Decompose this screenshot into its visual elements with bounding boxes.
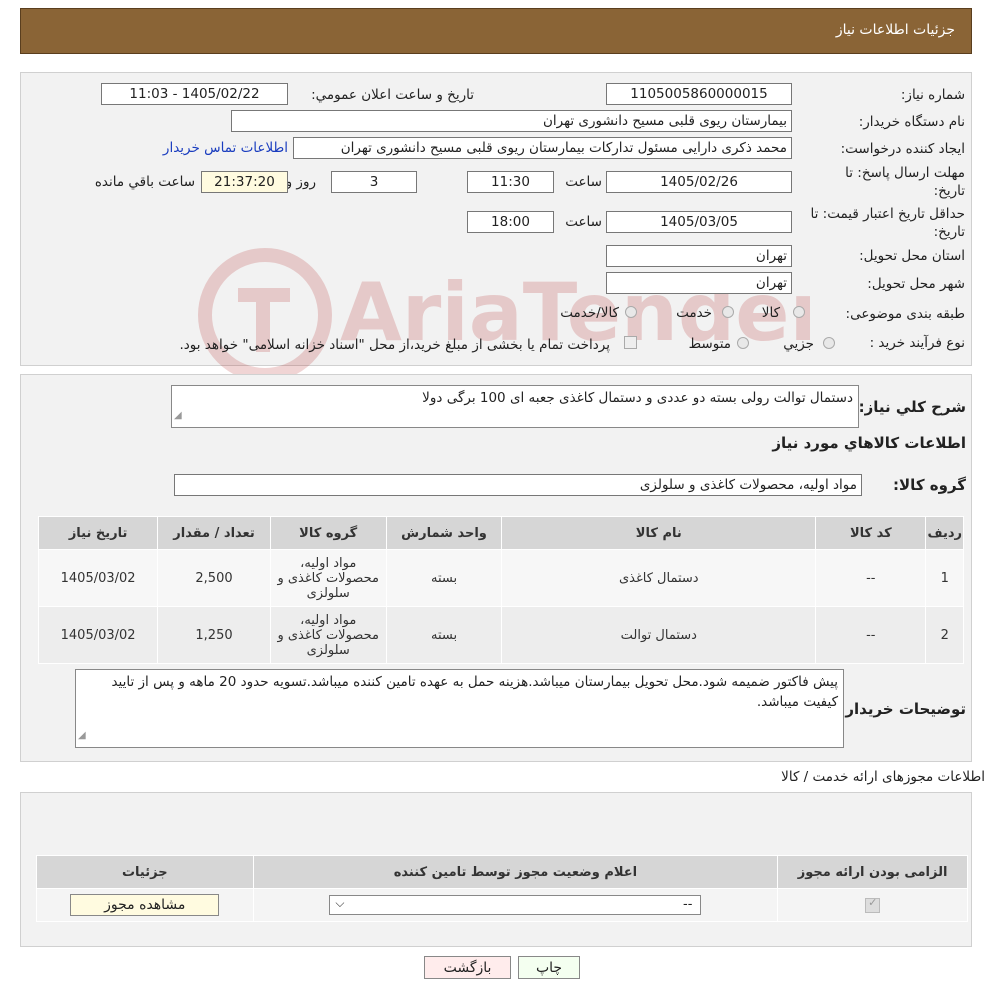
price-validity-time-label: ساعت xyxy=(565,214,602,230)
view-license-button[interactable]: مشاهده مجوز xyxy=(70,894,220,916)
price-validity-time: 18:00 xyxy=(467,211,554,233)
treasury-docs-note: پرداخت تمام یا بخشی از مبلغ خرید،از محل … xyxy=(179,337,610,353)
license-required-checkbox[interactable]: ✓ xyxy=(865,895,881,913)
goods-group-field: مواد اولیه، محصولات کاغذی و سلولزی xyxy=(174,474,862,496)
announce-datetime-label: تاریخ و ساعت اعلان عمومي: xyxy=(311,87,474,103)
cell-row: 2 xyxy=(925,606,964,664)
buyer-org-label: نام دستگاه خريدار: xyxy=(858,114,965,130)
cell-license-status: -- ⌵ xyxy=(252,888,779,922)
cell-name: دستمال توالت xyxy=(501,606,817,664)
buyer-contact-link[interactable]: اطلاعات تماس خریدار xyxy=(163,140,288,156)
cell-code: -- xyxy=(815,606,927,664)
cell-group: مواد اولیه، محصولات کاغذی و سلولزی xyxy=(269,606,387,664)
price-validity-label-2: تاریخ: xyxy=(933,224,965,240)
cell-row: 1 xyxy=(925,549,964,607)
remaining-time-label: ساعت باقي مانده xyxy=(94,174,195,190)
goods-group-label: گروه کالا: xyxy=(893,476,966,494)
page-title: جزئیات اطلاعات نیاز xyxy=(835,22,955,38)
resize-handle-icon: ◢ xyxy=(174,410,182,421)
col-license-status: اعلام وضعیت مجوز توسط تامین کننده xyxy=(252,855,779,889)
chevron-down-icon: ⌵ xyxy=(335,896,345,910)
license-status-select[interactable]: -- ⌵ xyxy=(329,895,702,915)
category-goods-radio[interactable] xyxy=(793,306,805,318)
cell-license-details: مشاهده مجوز xyxy=(36,888,254,922)
days-label: روز و xyxy=(285,174,316,190)
buyer-org-field: بیمارستان ریوی قلبی مسیح دانشوری تهران xyxy=(231,110,792,132)
delivery-city-label: شهر محل تحویل: xyxy=(867,276,965,292)
cell-qty: 1,250 xyxy=(157,606,271,664)
price-validity-label: حداقل تاریخ اعتبار قیمت: تا xyxy=(810,206,965,222)
response-deadline-time: 11:30 xyxy=(467,171,554,193)
table-row: ✓ -- ⌵ مشاهده مجوز xyxy=(36,888,968,922)
price-validity-date: 1405/03/05 xyxy=(606,211,792,233)
buyer-notes-field: پیش فاکتور ضمیمه شود.محل تحویل بیمارستان… xyxy=(75,669,844,748)
goods-info-title: اطلاعات کالاهاي مورد نياز xyxy=(772,434,966,452)
license-table-header: الزامی بودن ارائه مجوز اعلام وضعیت مجوز … xyxy=(36,855,968,889)
category-label: طبقه بندی موضوعی: xyxy=(845,306,965,322)
category-both-radio[interactable] xyxy=(625,306,637,318)
response-deadline-label-2: تاریخ: xyxy=(933,183,965,199)
goods-table-header: رديف کد کالا نام کالا واحد شمارش گروه کا… xyxy=(37,516,964,550)
purchase-minor-label: جزیي xyxy=(783,336,814,352)
cell-license-required: ✓ xyxy=(777,888,968,922)
cell-code: -- xyxy=(815,549,927,607)
col-qty: تعداد / مقدار xyxy=(157,516,271,550)
requester-label: ایجاد کننده درخواست: xyxy=(840,141,965,157)
table-row: 2 -- دستمال توالت بسته مواد اولیه، محصول… xyxy=(37,606,964,664)
response-time-label: ساعت xyxy=(565,174,602,190)
response-deadline-date: 1405/02/26 xyxy=(606,171,792,193)
license-table: الزامی بودن ارائه مجوز اعلام وضعیت مجوز … xyxy=(36,855,968,922)
requester-field: محمد ذکری دارایی مسئول تدارکات بیمارستان… xyxy=(293,137,792,159)
col-license-required: الزامی بودن ارائه مجوز xyxy=(777,855,968,889)
table-row: 1 -- دستمال کاغذی بسته مواد اولیه، محصول… xyxy=(37,549,964,607)
cell-name: دستمال کاغذی xyxy=(501,549,817,607)
treasury-docs-checkbox[interactable] xyxy=(624,336,637,349)
category-goods-label: کالا xyxy=(761,305,780,321)
check-icon: ✓ xyxy=(868,895,878,909)
category-service-radio[interactable] xyxy=(722,306,734,318)
col-code: کد کالا xyxy=(815,516,927,550)
delivery-city-field: تهران xyxy=(606,272,792,294)
summary-field: دستمال توالت رولی بسته دو عددی و دستمال … xyxy=(171,385,859,428)
purchase-minor-radio[interactable] xyxy=(823,337,835,349)
license-section-title: اطلاعات مجوزهای ارائه خدمت / کالا xyxy=(781,769,985,785)
col-license-details: جزئیات xyxy=(36,855,254,889)
cell-date: 1405/03/02 xyxy=(37,549,159,607)
resize-handle-icon: ◢ xyxy=(78,730,86,741)
remaining-time-field: 21:37:20 xyxy=(201,171,288,193)
print-button[interactable]: چاپ xyxy=(518,956,580,979)
response-deadline-label: مهلت ارسال پاسخ: تا xyxy=(845,165,965,181)
col-date: تاریخ نیاز xyxy=(37,516,159,550)
buyer-notes-label: توضیحات خریدار: xyxy=(839,700,966,718)
col-name: نام کالا xyxy=(501,516,817,550)
col-row: رديف xyxy=(925,516,964,550)
remaining-days-field: 3 xyxy=(331,171,417,193)
goods-table: رديف کد کالا نام کالا واحد شمارش گروه کا… xyxy=(37,516,964,664)
cell-unit: بسته xyxy=(385,549,503,607)
purchase-medium-radio[interactable] xyxy=(737,337,749,349)
delivery-province-label: استان محل تحویل: xyxy=(859,248,965,264)
col-group: گروه کالا xyxy=(269,516,387,550)
cell-date: 1405/03/02 xyxy=(37,606,159,664)
purchase-type-label: نوع فرآیند خرید : xyxy=(869,335,965,351)
cell-group: مواد اولیه، محصولات کاغذی و سلولزی xyxy=(269,549,387,607)
announce-datetime-field: 1405/02/22 - 11:03 xyxy=(101,83,288,105)
category-both-label: کالا/خدمت xyxy=(560,305,619,321)
need-number-label: شماره نیاز: xyxy=(900,87,965,103)
summary-label: شرح کلي نياز: xyxy=(858,398,966,416)
summary-text: دستمال توالت رولی بسته دو عددی و دستمال … xyxy=(422,390,853,406)
delivery-province-field: تهران xyxy=(606,245,792,267)
purchase-medium-label: متوسط xyxy=(688,336,731,352)
category-service-label: خدمت xyxy=(676,305,712,321)
cell-qty: 2,500 xyxy=(157,549,271,607)
cell-unit: بسته xyxy=(385,606,503,664)
need-number-field: 1105005860000015 xyxy=(606,83,792,105)
back-button[interactable]: بازگشت xyxy=(424,956,511,979)
license-status-value: -- xyxy=(683,897,693,912)
buyer-notes-text: پیش فاکتور ضمیمه شود.محل تحویل بیمارستان… xyxy=(111,674,838,710)
page-header: جزئیات اطلاعات نیاز xyxy=(20,8,972,54)
col-unit: واحد شمارش xyxy=(385,516,503,550)
